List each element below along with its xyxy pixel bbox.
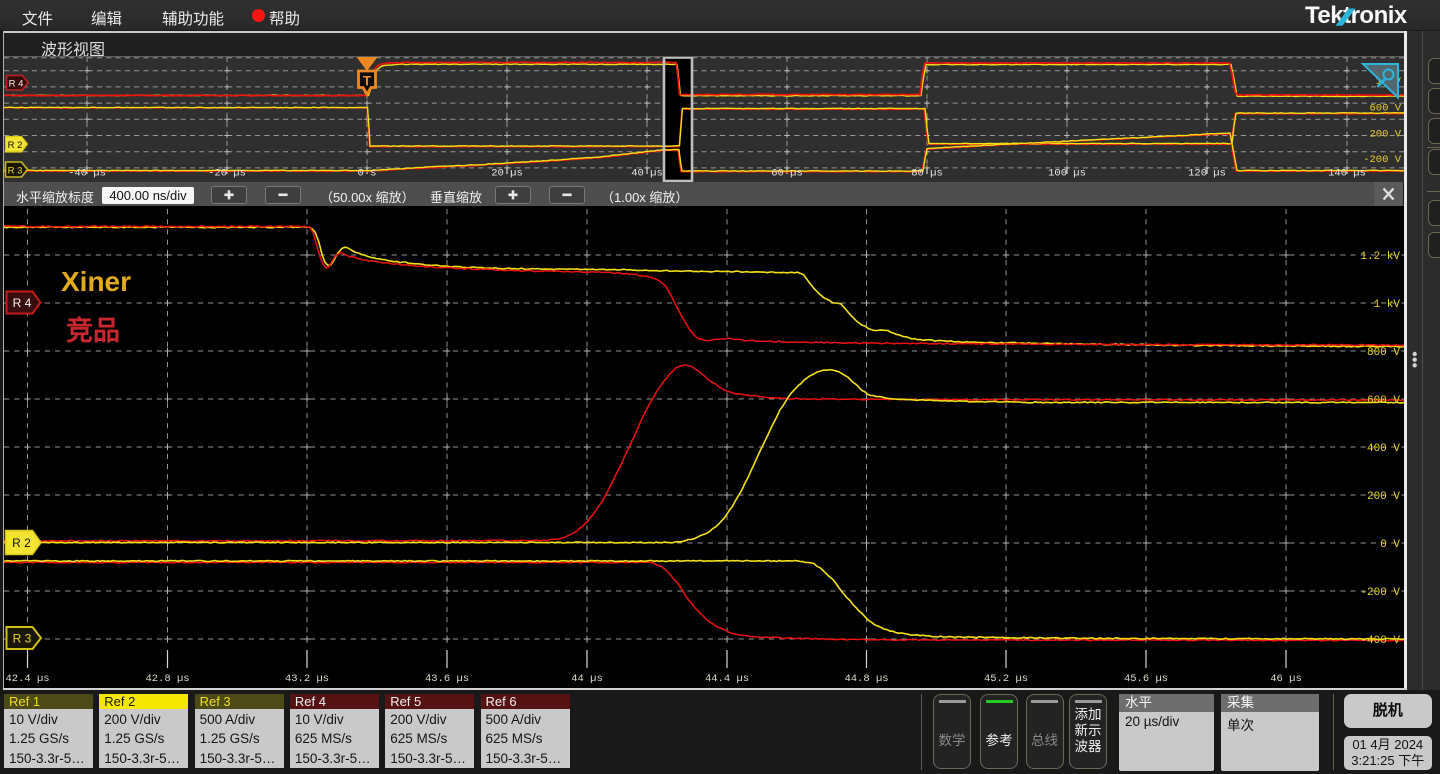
svg-text:44.8 µs: 44.8 µs (844, 673, 888, 685)
svg-text:42.4 µs: 42.4 µs (5, 673, 49, 685)
svg-text:100 µs: 100 µs (1048, 168, 1086, 180)
svg-text:Xiner: Xiner (61, 266, 131, 297)
svg-text:140 µs: 140 µs (1328, 168, 1366, 180)
svg-text:80 µs: 80 µs (911, 168, 943, 180)
svg-text:R 2: R 2 (12, 536, 31, 550)
svg-text:1 kV: 1 kV (1374, 299, 1401, 311)
svg-text:40 µs: 40 µs (631, 168, 663, 180)
svg-text:R 2: R 2 (8, 140, 23, 151)
svg-text:-40 µs: -40 µs (68, 168, 106, 180)
svg-text:45.6 µs: 45.6 µs (1124, 673, 1168, 685)
svg-text:46 µs: 46 µs (1270, 673, 1302, 685)
svg-text:43.2 µs: 43.2 µs (285, 673, 329, 685)
svg-text:200 V: 200 V (1369, 129, 1401, 141)
svg-text:60 µs: 60 µs (771, 168, 803, 180)
svg-text:200 V: 200 V (1367, 491, 1400, 503)
svg-text:-200 V: -200 V (1363, 154, 1402, 166)
svg-text:44.4 µs: 44.4 µs (705, 673, 749, 685)
svg-text:42.8 µs: 42.8 µs (145, 673, 189, 685)
svg-text:0 V: 0 V (1380, 539, 1400, 551)
svg-text:44 µs: 44 µs (571, 673, 603, 685)
svg-text:400 V: 400 V (1367, 443, 1400, 455)
svg-text:R 3: R 3 (8, 166, 23, 177)
svg-text:120 µs: 120 µs (1188, 168, 1226, 180)
svg-text:R 4: R 4 (13, 296, 32, 310)
svg-text:600 V: 600 V (1367, 395, 1400, 407)
svg-text:1.2 kV: 1.2 kV (1360, 251, 1400, 263)
svg-text:45.2 µs: 45.2 µs (984, 673, 1028, 685)
svg-text:-20 µs: -20 µs (208, 168, 246, 180)
svg-text:-400 V: -400 V (1360, 635, 1400, 647)
svg-text:R 4: R 4 (9, 79, 24, 90)
svg-text:-200 V: -200 V (1360, 587, 1400, 599)
svg-text:R 3: R 3 (13, 632, 32, 646)
svg-text:43.6 µs: 43.6 µs (425, 673, 469, 685)
svg-text:Tektronix: Tektronix (1305, 2, 1408, 29)
svg-text:20 µs: 20 µs (491, 168, 523, 180)
svg-text:600 V: 600 V (1369, 103, 1401, 115)
svg-text:0 s: 0 s (358, 168, 377, 180)
svg-text:800 V: 800 V (1367, 347, 1400, 359)
svg-text:竞品: 竞品 (66, 315, 120, 346)
svg-text:T: T (363, 73, 372, 89)
